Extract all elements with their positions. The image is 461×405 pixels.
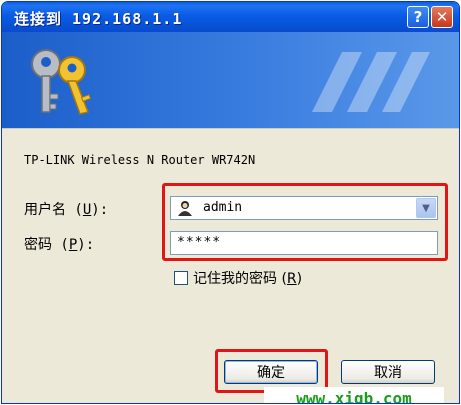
banner-watermark-icon (312, 52, 430, 112)
login-dialog: 连接到 192.168.1.1 ? ✕ TP-LINK Wireless N R… (1, 1, 460, 404)
cancel-button[interactable]: 取消 (341, 360, 435, 384)
remember-accesskey: R (286, 271, 297, 287)
password-label-text: 密码 ( (24, 237, 69, 253)
username-label: 用户名 (U): (24, 199, 108, 219)
help-button[interactable]: ? (407, 6, 429, 28)
banner (2, 32, 459, 128)
username-label-text: 用户名 ( (24, 202, 83, 218)
remember-password-label[interactable]: 记住我的密码 (R) (193, 268, 302, 288)
username-combobox[interactable]: admin ▼ (170, 196, 438, 220)
window-title: 连接到 192.168.1.1 (14, 10, 183, 28)
site-watermark: www.xiqb.com (264, 387, 444, 403)
dialog-body: TP-LINK Wireless N Router WR742N 用户名 (U)… (2, 128, 459, 403)
remember-label-tail: ) (296, 271, 303, 287)
router-name: TP-LINK Wireless N Router WR742N (24, 153, 256, 167)
username-label-tail: ): (91, 202, 109, 218)
close-button[interactable]: ✕ (431, 6, 453, 28)
keys-icon (31, 49, 92, 115)
chevron-down-icon[interactable]: ▼ (416, 198, 436, 218)
password-field[interactable]: ***** (170, 231, 438, 255)
password-label: 密码 (P): (24, 234, 94, 254)
ok-button[interactable]: 确定 (224, 360, 318, 384)
user-icon (178, 201, 192, 216)
remember-password-checkbox[interactable] (174, 271, 188, 285)
remember-label-text: 记住我的密码 ( (193, 271, 287, 287)
password-label-tail: ): (77, 237, 95, 253)
username-value: admin (203, 200, 243, 215)
password-value: ***** (177, 235, 222, 250)
title-bar[interactable]: 连接到 192.168.1.1 ? ✕ (2, 2, 459, 32)
